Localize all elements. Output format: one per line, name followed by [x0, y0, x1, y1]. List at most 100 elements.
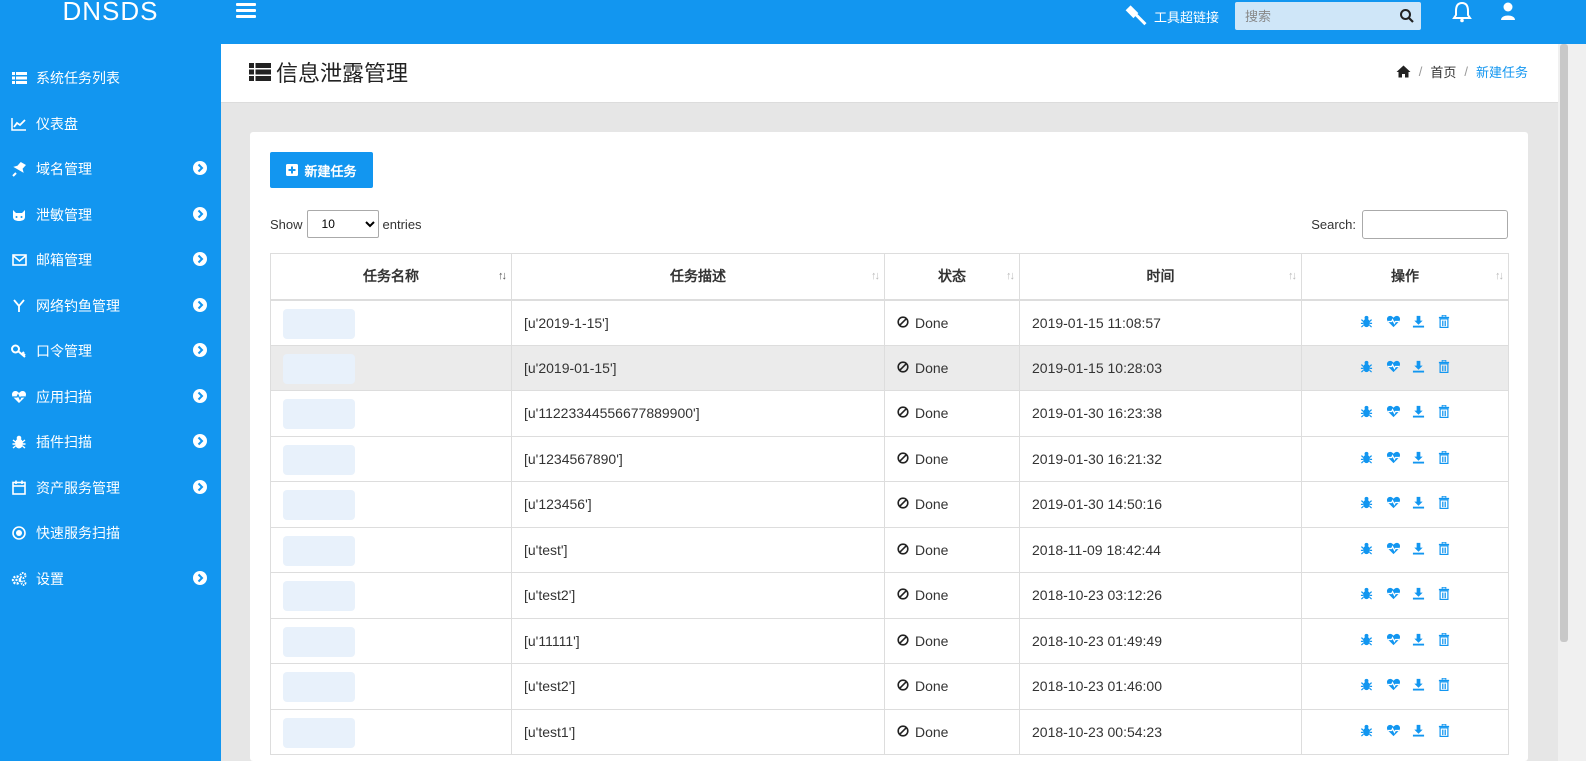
- line-chart-icon: [11, 116, 27, 132]
- download-icon[interactable]: [1412, 405, 1425, 418]
- task-status-cell: Done: [884, 481, 1020, 528]
- column-header-name[interactable]: 任务名称 ↑↓: [270, 253, 512, 301]
- task-time-cell: 2018-10-23 01:49:49: [1019, 617, 1302, 664]
- column-header-label: 状态: [938, 268, 966, 285]
- sidebar-item-label: 仪表盘: [36, 115, 78, 132]
- redaction-mask: [283, 672, 355, 702]
- download-icon[interactable]: [1412, 724, 1425, 737]
- heartbeat-icon[interactable]: [1386, 496, 1400, 509]
- task-status-cell: Done: [884, 299, 1020, 346]
- task-time-cell: 2019-01-30 16:21:32: [1019, 435, 1302, 482]
- tools-link[interactable]: 工具超链接: [1124, 4, 1219, 28]
- task-time-cell: 2018-10-23 01:46:00: [1019, 663, 1302, 710]
- redaction-mask: [283, 717, 355, 748]
- trash-icon[interactable]: [1438, 541, 1451, 555]
- trash-icon[interactable]: [1438, 587, 1451, 601]
- sidebar-item-password[interactable]: 口令管理: [0, 328, 221, 373]
- task-actions-cell: [1301, 526, 1509, 573]
- heartbeat-icon[interactable]: [1386, 315, 1400, 328]
- sidebar-item-leak[interactable]: 泄敏管理: [0, 192, 221, 237]
- download-icon[interactable]: [1412, 451, 1425, 464]
- column-header-desc[interactable]: 任务描述 ↑↓: [511, 253, 885, 301]
- redaction-mask: [283, 444, 355, 475]
- bug-icon[interactable]: [1360, 678, 1373, 691]
- sidebar-item-quick-scan[interactable]: 快速服务扫描: [0, 510, 221, 555]
- task-actions-cell: [1301, 663, 1509, 710]
- home-icon[interactable]: [1396, 65, 1411, 78]
- bug-icon[interactable]: [1360, 633, 1373, 646]
- tools-link-label: 工具超链接: [1154, 9, 1220, 25]
- sidebar-item-dashboard[interactable]: 仪表盘: [0, 101, 221, 146]
- task-actions-cell: [1301, 435, 1509, 482]
- trash-icon[interactable]: [1438, 405, 1451, 419]
- page-scrollbar[interactable]: [1560, 44, 1568, 642]
- page-length-control: Show 10 entries: [270, 210, 422, 238]
- sidebar-item-settings[interactable]: 设置: [0, 556, 221, 601]
- bug-icon[interactable]: [1360, 451, 1373, 464]
- ban-icon: [897, 678, 909, 694]
- heartbeat-icon[interactable]: [1386, 724, 1400, 737]
- page-length-select[interactable]: 10: [306, 210, 379, 238]
- column-header-label: 时间: [1146, 268, 1175, 285]
- sidebar-item-app-scan[interactable]: 应用扫描: [0, 374, 221, 419]
- trash-icon[interactable]: [1438, 314, 1451, 328]
- heartbeat-icon[interactable]: [1386, 633, 1400, 646]
- sidebar-item-system-tasks[interactable]: 系统任务列表: [0, 55, 221, 100]
- thumbtack-icon: [11, 161, 27, 177]
- heartbeat-icon[interactable]: [1386, 451, 1400, 464]
- download-icon[interactable]: [1412, 360, 1425, 373]
- download-icon[interactable]: [1412, 633, 1425, 646]
- task-desc-cell: [u'test']: [511, 526, 885, 573]
- breadcrumb-home[interactable]: 首页: [1430, 62, 1456, 81]
- sidebar-item-asset-service[interactable]: 资产服务管理: [0, 465, 221, 510]
- download-icon[interactable]: [1412, 315, 1425, 328]
- sidebar-item-domain[interactable]: 域名管理: [0, 146, 221, 191]
- show-label: Show: [270, 216, 303, 232]
- search-icon[interactable]: [1399, 8, 1415, 24]
- sidebar-item-plugin-scan[interactable]: 插件扫描: [0, 419, 221, 464]
- heartbeat-icon[interactable]: [1386, 587, 1400, 600]
- bell-icon[interactable]: [1452, 1, 1472, 23]
- heartbeat-icon[interactable]: [1386, 678, 1400, 691]
- download-icon[interactable]: [1412, 678, 1425, 691]
- heartbeat-icon[interactable]: [1386, 405, 1400, 418]
- download-icon[interactable]: [1412, 542, 1425, 555]
- task-name-cell: cor: [270, 526, 512, 573]
- bug-icon[interactable]: [1360, 360, 1373, 373]
- bug-icon[interactable]: [1360, 542, 1373, 555]
- table-row: com.[u'1234567890'] Done 2019-01-30 16:21:…: [270, 435, 1509, 482]
- column-header-time[interactable]: 时间 ↑↓: [1019, 253, 1302, 301]
- trash-icon[interactable]: [1438, 632, 1451, 646]
- bug-icon[interactable]: [1360, 315, 1373, 328]
- column-header-status[interactable]: 状态 ↑↓: [884, 253, 1020, 301]
- download-icon[interactable]: [1412, 587, 1425, 600]
- entries-label: entries: [382, 216, 422, 232]
- top-search-input[interactable]: [1235, 2, 1395, 30]
- sort-icon: ↑↓: [1006, 270, 1015, 282]
- bug-icon[interactable]: [1360, 405, 1373, 418]
- brand-logo[interactable]: DNSDS: [0, 0, 221, 44]
- trash-icon[interactable]: [1438, 496, 1451, 510]
- table-search-input[interactable]: [1362, 210, 1508, 239]
- trash-icon[interactable]: [1438, 723, 1451, 737]
- column-header-actions[interactable]: 操作 ↑↓: [1301, 253, 1509, 301]
- heartbeat-icon[interactable]: [1386, 542, 1400, 555]
- new-task-button[interactable]: 新建任务: [270, 152, 373, 188]
- bug-icon[interactable]: [1360, 587, 1373, 600]
- table-row: cor[u'test'] Done 2018-11-09 18:42:44: [270, 526, 1509, 573]
- redaction-mask: [283, 399, 355, 429]
- bug-icon[interactable]: [1360, 724, 1373, 737]
- heartbeat-icon[interactable]: [1386, 360, 1400, 373]
- menu-toggle-icon[interactable]: [236, 3, 256, 23]
- table-row: cor[u'test1'] Done 2018-10-23 00:54:23: [270, 708, 1509, 755]
- trash-icon[interactable]: [1438, 359, 1451, 373]
- sidebar-item-label: 域名管理: [36, 160, 92, 177]
- trash-icon[interactable]: [1438, 678, 1451, 692]
- sidebar-item-phishing[interactable]: 网络钓鱼管理: [0, 283, 221, 328]
- bug-icon[interactable]: [1360, 496, 1373, 509]
- user-icon[interactable]: [1498, 1, 1518, 23]
- download-icon[interactable]: [1412, 496, 1425, 509]
- trash-icon[interactable]: [1438, 450, 1451, 464]
- sidebar-item-label: 应用扫描: [36, 388, 92, 405]
- sidebar-item-email[interactable]: 邮箱管理: [0, 237, 221, 282]
